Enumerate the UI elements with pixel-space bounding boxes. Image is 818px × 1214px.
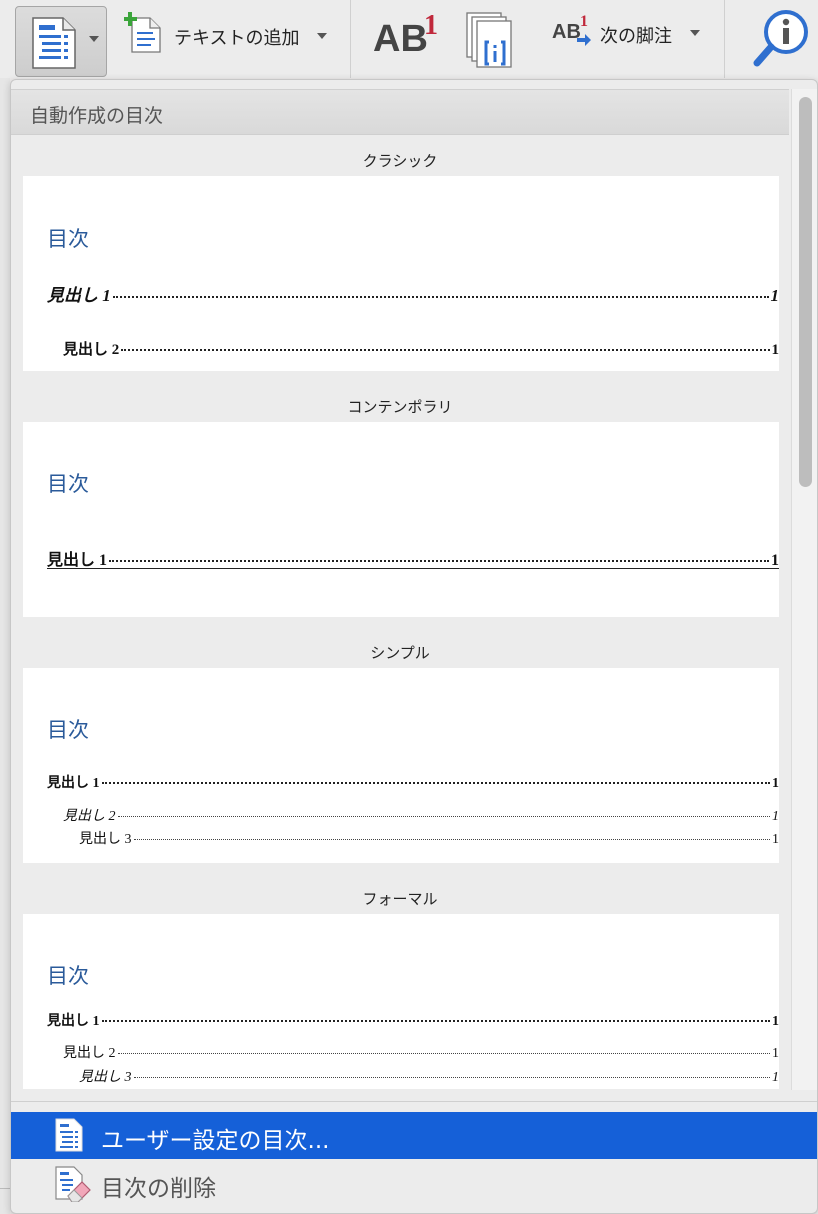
ribbon-toolbar: テキストの追加 AB 1 AB 1 次の脚注: [0, 0, 818, 78]
toc-entry-level-1: 見出し 1 1: [47, 1010, 779, 1030]
table-of-contents-icon: [32, 17, 76, 69]
toc-leader-dots: [117, 816, 770, 817]
menu-divider: [11, 1101, 817, 1102]
toc-entry-underline: [47, 568, 779, 569]
remove-toc-menu-item[interactable]: 目次の削除: [11, 1160, 817, 1207]
toc-leader-dots: [112, 296, 769, 298]
gallery-header: 自動作成の目次: [11, 89, 789, 135]
toc-leader-dots: [133, 839, 770, 840]
toc-leader-dots: [101, 1020, 770, 1022]
toc-leader-dots: [121, 349, 770, 351]
toc-preview-simple[interactable]: 目次 見出し 1 1 見出し 2 1 見出し 3 1: [23, 668, 779, 863]
toc-gallery-panel: 自動作成の目次 クラシック 目次 見出し 1 1 見出し 2 1 コンテンポラリ…: [10, 79, 818, 1214]
toc-entry-page: 1: [772, 809, 779, 824]
next-footnote-label: 次の脚注: [600, 26, 672, 47]
next-footnote-button[interactable]: AB 1 次の脚注: [552, 13, 712, 55]
ribbon-divider: [350, 0, 351, 78]
toc-leader-dots: [133, 1077, 770, 1078]
toc-entry-page: 1: [772, 776, 779, 791]
toc-entry-text: 見出し 2: [63, 1046, 116, 1061]
table-of-contents-button[interactable]: [15, 6, 107, 77]
custom-toc-menu-item[interactable]: ユーザー設定の目次...: [11, 1112, 817, 1159]
smart-lookup-icon[interactable]: [752, 8, 812, 70]
toc-entry-page: 1: [772, 1070, 779, 1085]
toc-preview-formal[interactable]: 目次 見出し 1 1 見出し 2 1 見出し 3 1: [23, 914, 779, 1089]
toc-entry-level-3: 見出し 3 1: [79, 1066, 779, 1086]
custom-toc-icon: [55, 1118, 83, 1152]
toc-entry-level-2: 見出し 2 1: [63, 1042, 779, 1062]
toc-title: 目次: [47, 718, 89, 742]
document-edge: [0, 78, 10, 1214]
gallery-header-label: 自動作成の目次: [30, 105, 164, 127]
dropdown-caret-icon: [317, 33, 327, 39]
next-arrow-icon: [577, 34, 591, 46]
remove-toc-icon: [55, 1166, 91, 1202]
section-title-formal: フォーマル: [362, 890, 438, 908]
dropdown-caret-icon: [89, 36, 99, 42]
toc-title: 目次: [47, 227, 89, 251]
insert-footnote-button[interactable]: AB 1: [373, 10, 438, 68]
insert-endnote-icon[interactable]: [465, 11, 521, 71]
toc-entry-level-2: 見出し 2 1: [63, 338, 779, 359]
toc-entry-page: 1: [770, 286, 780, 305]
toc-leader-dots: [101, 782, 770, 784]
toc-entry-text: 見出し 1: [47, 776, 100, 791]
document-edge-rule: [0, 1188, 10, 1189]
toc-entry-text: 見出し 1: [47, 552, 108, 569]
toc-entry-page: 1: [771, 342, 780, 358]
toc-entry-text: 見出し 1: [47, 1014, 100, 1029]
next-footnote-sup: 1: [580, 13, 588, 30]
toc-entry-text: 見出し 2: [63, 342, 120, 358]
toc-preview-classic[interactable]: 目次 見出し 1 1 見出し 2 1: [23, 176, 779, 371]
scrollbar-thumb[interactable]: [799, 97, 812, 487]
toc-entry-page: 1: [772, 1046, 779, 1061]
toc-preview-contemporary[interactable]: 目次 見出し 1 1: [23, 422, 779, 617]
add-text-label: テキストの追加: [174, 28, 300, 49]
toc-title: 目次: [47, 964, 89, 988]
insert-footnote-sup: 1: [424, 10, 438, 41]
toc-title: 目次: [47, 472, 89, 496]
section-title-simple: シンプル: [370, 644, 430, 662]
ribbon-divider: [724, 0, 725, 78]
toc-gallery: クラシック 目次 見出し 1 1 見出し 2 1 コンテンポラリ 目次 見出し …: [11, 136, 789, 1089]
toc-entry-page: 1: [772, 832, 779, 847]
toc-entry-level-2: 見出し 2 1: [63, 805, 779, 825]
toc-leader-dots: [117, 1053, 770, 1054]
toc-entry-text: 見出し 3: [79, 1070, 132, 1085]
section-title-classic: クラシック: [362, 152, 438, 170]
toc-entry-text: 見出し 1: [47, 286, 111, 305]
toc-entry-level-1: 見出し 1 1: [47, 772, 779, 792]
toc-entry-level-1: 見出し 1 1: [47, 546, 779, 570]
dropdown-caret-icon: [690, 30, 700, 36]
remove-toc-label: 目次の削除: [101, 1176, 216, 1202]
toc-entry-level-3: 見出し 3 1: [79, 828, 779, 848]
toc-entry-page: 1: [772, 1014, 779, 1029]
insert-footnote-ab: AB: [373, 18, 428, 60]
custom-toc-label: ユーザー設定の目次...: [101, 1128, 330, 1154]
section-title-contemporary: コンテンポラリ: [347, 398, 453, 416]
toc-entry-text: 見出し 3: [79, 832, 132, 847]
gallery-scrollbar[interactable]: [791, 89, 817, 1090]
toc-entry-level-1: 見出し 1 1: [47, 281, 779, 306]
add-text-icon: [124, 12, 161, 53]
toc-leader-dots: [109, 560, 769, 562]
add-text-button[interactable]: テキストの追加: [124, 12, 339, 56]
toc-entry-text: 見出し 2: [63, 809, 116, 824]
